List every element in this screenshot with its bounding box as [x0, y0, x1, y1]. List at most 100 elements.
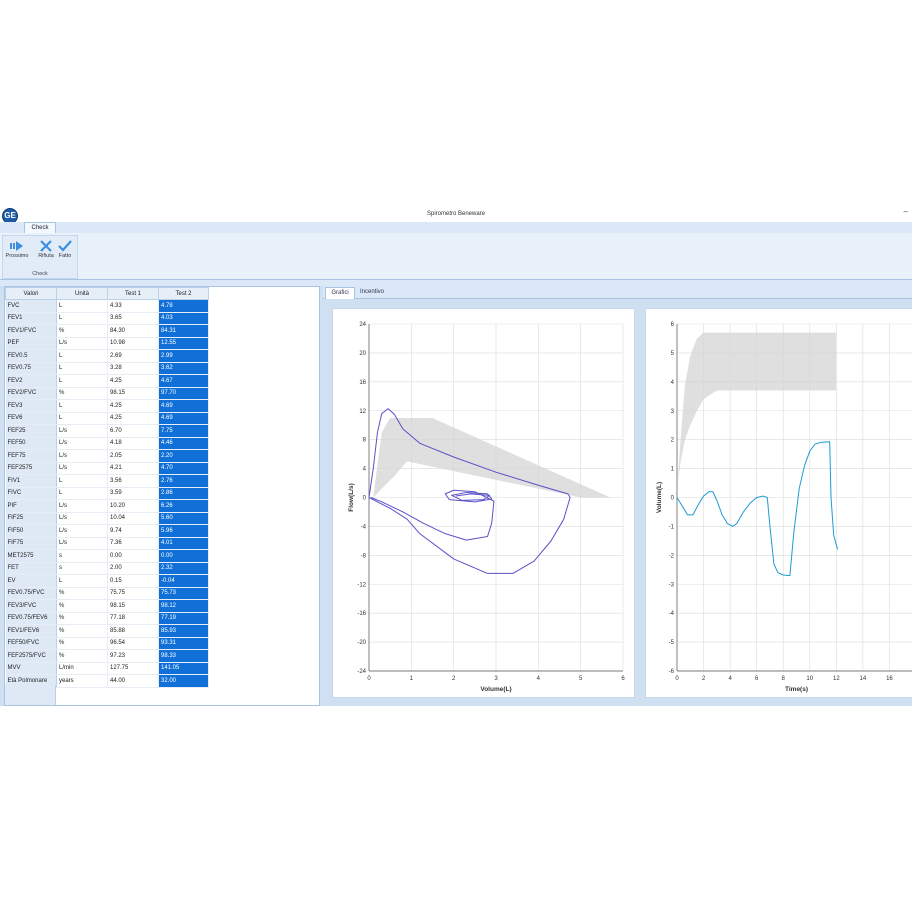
- unit-cell[interactable]: L: [56, 349, 108, 363]
- value-name-cell[interactable]: EV: [5, 574, 57, 588]
- value-name-cell[interactable]: FEV3: [5, 399, 57, 413]
- column-header-unita[interactable]: Unità: [56, 287, 108, 300]
- test1-cell[interactable]: 77.18: [107, 612, 159, 625]
- unit-cell[interactable]: %: [56, 649, 108, 663]
- unit-cell[interactable]: L/s: [56, 512, 108, 525]
- value-name-cell[interactable]: FIVC: [5, 487, 57, 500]
- table-row[interactable]: MVV L/min 127.75 141.05: [5, 662, 209, 675]
- value-name-cell[interactable]: FVC: [5, 299, 57, 313]
- table-row[interactable]: FEV3 L 4.25 4.69: [5, 399, 209, 413]
- tab-grafici[interactable]: Grafici: [325, 287, 355, 299]
- test1-cell[interactable]: 3.28: [107, 362, 159, 375]
- unit-cell[interactable]: L/s: [56, 437, 108, 450]
- table-row[interactable]: FEF50 L/s 4.18 4.46: [5, 437, 209, 450]
- test1-cell[interactable]: 4.33: [107, 299, 159, 313]
- test2-cell[interactable]: 4.69: [158, 412, 209, 425]
- unit-cell[interactable]: %: [56, 599, 108, 613]
- unit-cell[interactable]: L/s: [56, 449, 108, 463]
- test1-cell[interactable]: 4.25: [107, 374, 159, 388]
- table-row[interactable]: FEF75 L/s 2.05 2.20: [5, 449, 209, 463]
- value-name-cell[interactable]: FEV0.5: [5, 349, 57, 363]
- test1-cell[interactable]: 98.15: [107, 387, 159, 400]
- table-row[interactable]: FIVC L 3.59 2.86: [5, 487, 209, 500]
- test1-cell[interactable]: 4.25: [107, 399, 159, 413]
- test1-cell[interactable]: 10.20: [107, 499, 159, 513]
- unit-cell[interactable]: L/s: [56, 337, 108, 350]
- unit-cell[interactable]: %: [56, 624, 108, 638]
- value-name-cell[interactable]: PIF: [5, 499, 57, 513]
- column-header-valori[interactable]: Valori: [5, 287, 57, 300]
- unit-cell[interactable]: L/s: [56, 462, 108, 475]
- table-row[interactable]: FEV0.75 L 3.28 3.62: [5, 362, 209, 375]
- unit-cell[interactable]: L: [56, 574, 108, 588]
- table-row[interactable]: FEF2575/FVC% 97.23 98.33: [5, 649, 209, 663]
- unit-cell[interactable]: L: [56, 487, 108, 500]
- table-row[interactable]: FIF25 L/s 10.04 5.60: [5, 512, 209, 525]
- test2-cell[interactable]: 2.20: [158, 449, 209, 463]
- value-name-cell[interactable]: PEF: [5, 337, 57, 350]
- test1-cell[interactable]: 6.70: [107, 424, 159, 438]
- value-name-cell[interactable]: FEV1: [5, 312, 57, 325]
- test1-cell[interactable]: 9.74: [107, 524, 159, 538]
- test2-cell[interactable]: 75.73: [158, 587, 209, 600]
- table-row[interactable]: FEF25 L/s 6.70 7.75: [5, 424, 209, 438]
- tab-incentivo[interactable]: Incentivo: [356, 287, 388, 298]
- table-row[interactable]: FIV1 L 3.56 2.76: [5, 474, 209, 488]
- next-button[interactable]: Prossimo: [5, 238, 29, 266]
- test1-cell[interactable]: 85.88: [107, 624, 159, 638]
- unit-cell[interactable]: L: [56, 362, 108, 375]
- unit-cell[interactable]: %: [56, 612, 108, 625]
- table-row[interactable]: FET s 2.00 2.32: [5, 562, 209, 575]
- table-row[interactable]: PEF L/s 10.98 12.55: [5, 337, 209, 350]
- unit-cell[interactable]: L: [56, 374, 108, 388]
- test2-cell[interactable]: 0.00: [158, 549, 209, 563]
- test1-cell[interactable]: 3.56: [107, 474, 159, 488]
- test1-cell[interactable]: 127.75: [107, 662, 159, 675]
- unit-cell[interactable]: L/s: [56, 424, 108, 438]
- unit-cell[interactable]: L/s: [56, 537, 108, 550]
- test2-cell[interactable]: 97.70: [158, 387, 209, 400]
- value-name-cell[interactable]: FEF50: [5, 437, 57, 450]
- test2-cell[interactable]: 7.75: [158, 424, 209, 438]
- unit-cell[interactable]: L: [56, 312, 108, 325]
- test2-cell[interactable]: 4.46: [158, 437, 209, 450]
- value-name-cell[interactable]: FEF50/FVC: [5, 637, 57, 650]
- test2-cell[interactable]: 4.78: [158, 299, 209, 313]
- value-name-cell[interactable]: FIF50: [5, 524, 57, 538]
- test1-cell[interactable]: 2.69: [107, 349, 159, 363]
- test2-cell[interactable]: 98.12: [158, 599, 209, 613]
- table-row[interactable]: FEV1/FEV6% 85.88 85.93: [5, 624, 209, 638]
- table-row[interactable]: FEV0.75/FEV6% 77.18 77.19: [5, 612, 209, 625]
- test1-cell[interactable]: 10.04: [107, 512, 159, 525]
- test1-cell[interactable]: 97.23: [107, 649, 159, 663]
- test2-cell[interactable]: 6.26: [158, 499, 209, 513]
- test1-cell[interactable]: 4.21: [107, 462, 159, 475]
- test1-cell[interactable]: 7.36: [107, 537, 159, 550]
- value-name-cell[interactable]: FEF2575/FVC: [5, 649, 57, 663]
- unit-cell[interactable]: L: [56, 299, 108, 313]
- minimize-button[interactable]: –: [904, 207, 908, 216]
- value-name-cell[interactable]: FIV1: [5, 474, 57, 488]
- value-name-cell[interactable]: FET: [5, 562, 57, 575]
- value-name-cell[interactable]: FEV2: [5, 374, 57, 388]
- test2-cell[interactable]: 98.33: [158, 649, 209, 663]
- unit-cell[interactable]: s: [56, 549, 108, 563]
- test1-cell[interactable]: 75.75: [107, 587, 159, 600]
- test1-cell[interactable]: 84.30: [107, 324, 159, 338]
- value-name-cell[interactable]: FEV3/FVC: [5, 599, 57, 613]
- test2-cell[interactable]: -0.04: [158, 574, 209, 588]
- table-row[interactable]: FIF50 L/s 9.74 5.96: [5, 524, 209, 538]
- unit-cell[interactable]: L: [56, 412, 108, 425]
- test1-cell[interactable]: 2.05: [107, 449, 159, 463]
- test2-cell[interactable]: 5.60: [158, 512, 209, 525]
- test2-cell[interactable]: 32.00: [158, 674, 209, 688]
- test1-cell[interactable]: 4.25: [107, 412, 159, 425]
- test2-cell[interactable]: 2.76: [158, 474, 209, 488]
- table-row[interactable]: FEV1 L 3.65 4.03: [5, 312, 209, 325]
- value-name-cell[interactable]: FIF75: [5, 537, 57, 550]
- test2-cell[interactable]: 2.32: [158, 562, 209, 575]
- test1-cell[interactable]: 98.15: [107, 599, 159, 613]
- value-name-cell[interactable]: FEV0.75/FEV6: [5, 612, 57, 625]
- value-name-cell[interactable]: FIF25: [5, 512, 57, 525]
- test2-cell[interactable]: 4.70: [158, 462, 209, 475]
